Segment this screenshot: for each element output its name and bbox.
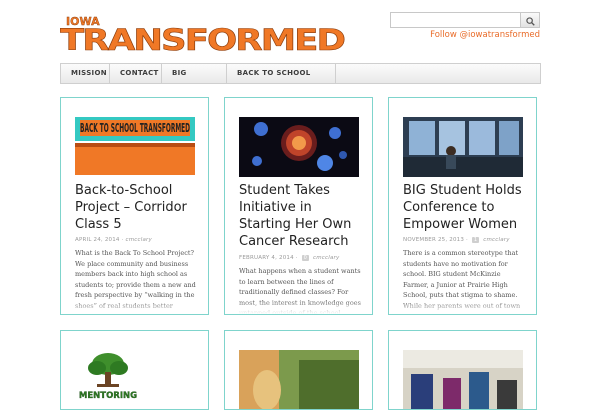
search-input[interactable] xyxy=(390,12,524,28)
post-thumbnail[interactable] xyxy=(239,117,359,177)
post-title[interactable]: Back-to-School Project – Corridor Class … xyxy=(75,182,200,233)
post-card[interactable]: BIG Student Holds Conference to Empower … xyxy=(388,97,537,315)
search-button[interactable] xyxy=(520,12,540,28)
post-date[interactable]: FEBRUARY 4, 2014 xyxy=(239,255,294,261)
main-nav: MISSION CONTACT BIG BACK TO SCHOOL xyxy=(60,63,541,84)
comment-count-badge[interactable]: 0 xyxy=(301,255,310,261)
post-title[interactable]: BIG Student Holds Conference to Empower … xyxy=(403,182,528,233)
post-title[interactable]: Student Takes Initiative in Starting Her… xyxy=(239,182,364,250)
meta-separator: · xyxy=(466,237,468,243)
excerpt-fade xyxy=(61,300,208,314)
post-thumbnail[interactable] xyxy=(403,350,523,409)
post-author[interactable]: cmcclary xyxy=(483,237,509,243)
nav-item-mission[interactable]: MISSION xyxy=(61,64,110,83)
post-thumbnail[interactable] xyxy=(403,117,523,177)
excerpt-fade xyxy=(225,300,372,314)
nav-item-big[interactable]: BIG xyxy=(162,64,227,83)
post-author[interactable]: cmcclary xyxy=(313,255,339,261)
post-card[interactable] xyxy=(224,330,373,410)
post-card[interactable]: BACK TO SCHOOL TRANSFORMED Back-to-Schoo… xyxy=(60,97,209,315)
site-logo[interactable]: IOWA TRANSFORMED xyxy=(60,12,350,58)
logo-graphic: IOWA TRANSFORMED xyxy=(60,15,347,58)
search-bar xyxy=(390,12,540,28)
post-card[interactable]: Student Takes Initiative in Starting Her… xyxy=(224,97,373,315)
comment-count-badge[interactable]: 1 xyxy=(471,237,480,243)
search-icon xyxy=(525,11,535,30)
post-meta: NOVEMBER 25, 2013 · 1 cmcclary xyxy=(403,237,528,243)
meta-separator: · xyxy=(295,255,298,261)
thumbnail-caption: BACK TO SCHOOL TRANSFORMED xyxy=(80,121,190,135)
post-thumbnail[interactable] xyxy=(239,350,359,409)
post-thumbnail[interactable]: BACK TO SCHOOL TRANSFORMED xyxy=(75,117,195,177)
post-meta: FEBRUARY 4, 2014 · 0 cmcclary xyxy=(239,255,364,261)
post-date[interactable]: APRIL 24, 2014 xyxy=(75,237,120,243)
nav-item-back-to-school[interactable]: BACK TO SCHOOL xyxy=(227,64,336,83)
excerpt-fade xyxy=(389,300,536,314)
meta-separator: · xyxy=(121,237,124,243)
follow-link[interactable]: Follow @iowatransformed xyxy=(430,30,540,40)
nav-item-contact[interactable]: CONTACT xyxy=(110,64,162,83)
post-card[interactable]: MENTORING xyxy=(60,330,209,410)
post-thumbnail[interactable]: MENTORING xyxy=(75,350,145,405)
post-card[interactable] xyxy=(388,330,537,410)
post-meta: APRIL 24, 2014 · cmcclary xyxy=(75,237,200,243)
post-author[interactable]: cmcclary xyxy=(126,237,152,243)
post-date[interactable]: NOVEMBER 25, 2013 xyxy=(403,237,464,243)
